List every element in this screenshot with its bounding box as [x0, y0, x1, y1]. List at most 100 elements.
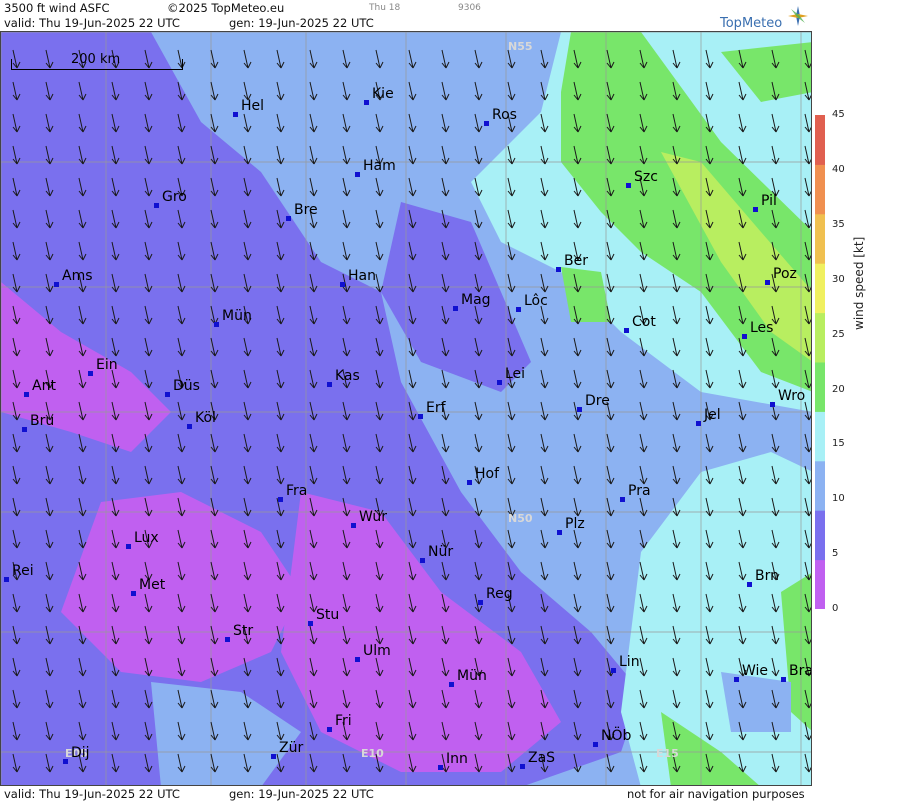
city-marker [626, 183, 631, 188]
city-marker [747, 582, 752, 587]
city-marker [355, 172, 360, 177]
city-marker [781, 677, 786, 682]
city-label: Lei [497, 366, 525, 385]
city-label: Hel [233, 98, 264, 117]
run-label: Thu 18 [369, 3, 401, 13]
city-label: Ein [88, 357, 118, 376]
city-label: Str [225, 623, 253, 642]
logo-text: TopMeteo [720, 16, 783, 31]
city-label: Poz [765, 266, 797, 285]
city-marker [225, 637, 230, 642]
city-marker [187, 424, 192, 429]
grid-label: N55 [508, 40, 533, 53]
city-label: Mag [453, 292, 491, 311]
city-label: Fra [278, 483, 307, 502]
footer-generated-time: gen: 19-Jun-2025 22 UTC [229, 787, 374, 801]
city-label: Ams [54, 268, 93, 287]
copyright: ©2025 TopMeteo.eu [167, 1, 285, 15]
header-row-1: 3500 ft wind ASFC ©2025 TopMeteo.eu Thu … [0, 0, 812, 15]
city-label: Kie [364, 86, 394, 105]
city-marker [88, 371, 93, 376]
legend-tick-label: 40 [832, 163, 845, 175]
legend-tick-label: 5 [832, 548, 839, 560]
city-marker [765, 280, 770, 285]
city-marker [620, 497, 625, 502]
footer-valid-time: valid: Thu 19-Jun-2025 22 UTC [4, 787, 180, 801]
legend-tick-label: 10 [832, 493, 845, 505]
city-label: Lôc [516, 293, 548, 312]
city-marker [420, 558, 425, 563]
city-marker [233, 112, 238, 117]
legend-tick-label: 25 [832, 328, 845, 340]
city-label: Szc [626, 169, 658, 188]
city-marker [327, 382, 332, 387]
color-scale-segment [815, 559, 825, 609]
legend-tick-label: 45 [832, 109, 845, 120]
city-marker [418, 414, 423, 419]
city-label: Köl [187, 410, 216, 429]
color-scale-bar [815, 115, 825, 609]
city-marker [22, 427, 27, 432]
city-marker [438, 765, 443, 770]
city-label: Rei [4, 563, 34, 582]
wind-map-canvas [1, 32, 811, 785]
legend-tick-label: 15 [832, 438, 845, 450]
city-marker [286, 216, 291, 221]
city-marker [63, 759, 68, 764]
city-label: Pra [620, 483, 651, 502]
legend-tick-label: 30 [832, 273, 845, 285]
city-marker [271, 754, 276, 759]
city-label: Reg [478, 586, 513, 605]
legend-tick-label: 20 [832, 383, 845, 395]
city-marker [478, 600, 483, 605]
city-marker [611, 668, 616, 673]
city-label: Dre [577, 393, 610, 412]
city-label: Düs [165, 378, 200, 397]
generated-time: gen: 19-Jun-2025 22 UTC [229, 16, 374, 30]
city-marker [278, 497, 283, 502]
city-label: Plz [557, 516, 585, 535]
grid-label: E15 [656, 747, 679, 760]
city-label: Bra [781, 663, 811, 682]
color-scale-segment [815, 164, 825, 215]
city-marker [516, 307, 521, 312]
run-code: 9306 [458, 3, 481, 13]
city-label: Hof [467, 466, 499, 485]
legend-title: wind speed [kt] [852, 236, 866, 330]
city-label: Pil [753, 193, 777, 212]
scale-bar-label: 200 km [71, 52, 121, 67]
color-scale-segment [815, 115, 825, 165]
city-label: Bru [22, 413, 54, 432]
color-scale-segment [815, 362, 825, 412]
city-label: Wro [770, 388, 805, 407]
city-label: Zür [271, 740, 303, 759]
topmeteo-logo: TopMeteo [720, 2, 810, 31]
city-marker [467, 480, 472, 485]
city-label: Wür [351, 509, 387, 528]
city-marker [449, 682, 454, 687]
city-marker [624, 328, 629, 333]
city-marker [351, 523, 356, 528]
city-label: Lux [126, 530, 159, 549]
city-label: Lin [611, 654, 640, 673]
city-marker [577, 407, 582, 412]
compass-icon [788, 6, 808, 26]
grid-label: E10 [361, 747, 384, 760]
legend-tick-label: 35 [832, 218, 845, 230]
city-label: Bre [286, 202, 318, 221]
city-marker [4, 577, 9, 582]
city-marker [520, 764, 525, 769]
city-label: Erf [418, 400, 446, 419]
legend-tick-label: 0 [832, 603, 839, 615]
city-label: Kas [327, 368, 360, 387]
chart-title: 3500 ft wind ASFC [4, 1, 110, 15]
city-label: ZaS [520, 750, 555, 769]
city-marker [327, 727, 332, 732]
disclaimer: not for air navigation purposes [627, 787, 805, 801]
city-label: Ulm [355, 643, 391, 662]
wind-map[interactable]: 200 km N55 N50 E05 E10 E15 Kie Hel Ros Ham S… [0, 31, 812, 786]
city-marker [131, 591, 136, 596]
city-marker [753, 207, 758, 212]
city-label: Stu [308, 607, 339, 626]
city-label: Ant [24, 378, 56, 397]
